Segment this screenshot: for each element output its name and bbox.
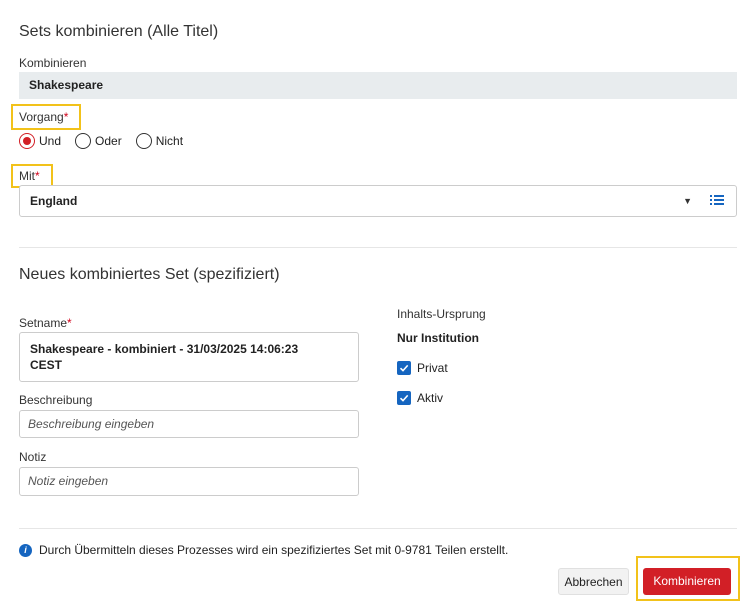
combine-label: Kombinieren [19,56,87,70]
private-label: Privat [417,361,448,375]
info-icon: i [19,543,32,557]
footer-divider [19,528,737,529]
required-mark: * [67,316,72,330]
private-checkbox-row[interactable]: Privat [397,361,448,375]
radio-label-nicht: Nicht [155,134,184,148]
with-select[interactable]: England ▼ [19,185,737,217]
required-mark: * [35,169,40,183]
radio-option-oder[interactable]: Oder [75,133,122,149]
combine-section-title: Sets kombinieren (Alle Titel) [19,23,219,40]
setname-input[interactable]: Shakespeare - kombiniert - 31/03/2025 14… [19,332,359,382]
description-label: Beschreibung [19,393,93,407]
operation-radio-group: Und Oder Nicht [19,133,197,149]
note-label: Notiz [19,450,47,464]
note-input[interactable]: Notiz eingeben [19,467,359,496]
chevron-down-icon[interactable]: ▼ [683,186,692,216]
info-message: i Durch Übermitteln dieses Prozesses wir… [19,543,508,557]
radio-option-nicht[interactable]: Nicht [135,133,184,149]
description-input[interactable]: Beschreibung eingeben [19,410,359,438]
checkmark-icon [399,364,409,372]
required-mark: * [63,110,69,124]
radio-button-checked[interactable] [19,133,35,149]
setname-label: Setname* [19,316,72,330]
list-icon[interactable] [710,194,724,206]
setname-value-line1: Shakespeare - kombiniert - 31/03/2025 14… [30,342,299,356]
checkmark-icon [399,394,409,402]
active-label: Aktiv [417,391,444,405]
radio-label-und: Und [39,134,62,148]
section-divider [19,247,737,248]
info-text: Durch Übermitteln dieses Prozesses wird … [39,543,509,557]
cancel-button[interactable]: Abbrechen [558,568,629,595]
combine-value-field: Shakespeare [19,72,737,99]
radio-label-oder: Oder [95,134,122,148]
setname-value-line2: CEST [30,358,63,372]
kombinieren-button[interactable]: Kombinieren [643,568,731,595]
with-select-value: England [30,194,78,208]
radio-button[interactable] [75,133,92,149]
radio-option-und[interactable]: Und [19,133,61,149]
active-checkbox-row[interactable]: Aktiv [397,391,443,405]
content-origin-label: Inhalts-Ursprung [397,307,486,321]
with-label: Mit* [19,169,40,183]
content-origin-value: Nur Institution [397,331,479,345]
radio-button[interactable] [135,133,152,149]
operation-label: Vorgang* [19,110,69,124]
new-set-section-title: Neues kombiniertes Set (spezifiziert) [19,266,280,283]
active-checkbox[interactable] [397,391,411,405]
private-checkbox[interactable] [397,361,411,375]
